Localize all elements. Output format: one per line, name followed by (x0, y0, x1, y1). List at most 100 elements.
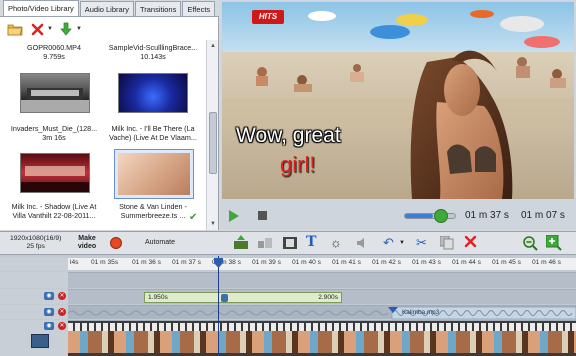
video-thumbnail[interactable] (20, 153, 90, 193)
list-item[interactable]: GOPR0060.MP4 9.759s (4, 43, 104, 61)
ruler-tick: 01 m 44 s (452, 259, 481, 266)
automate-button[interactable]: Automate (145, 239, 175, 246)
delete-clip-icon[interactable] (464, 235, 477, 250)
editing-toolbar: 1920x1080(16/9) 25 fps Make video Automa… (0, 231, 576, 255)
media-grid: GOPR0060.MP4 9.759s SampleVid-SculllingB… (0, 40, 206, 230)
cut-icon[interactable]: ✂ (416, 235, 427, 251)
stop-icon[interactable] (258, 211, 267, 220)
item-name: Milk Inc. - Shadow (Live At Villa Vanthi… (11, 202, 97, 220)
item-name: Invaders_Must_Die_(128... (10, 124, 98, 133)
track-header-video: ◉ ✕ (0, 320, 68, 356)
list-item[interactable]: Invaders_Must_Die_(128... 3m 16s (4, 124, 104, 142)
item-name: SampleVid-SculllingBrace... (108, 43, 198, 52)
list-item[interactable]: Milk Inc. - Shadow (Live At Villa Vanthi… (4, 202, 104, 220)
list-item[interactable]: Milk Inc. - I'll Be There (La Vache) (Li… (103, 124, 203, 142)
tab-effects[interactable]: Effects (182, 1, 216, 16)
clip-handle-icon[interactable] (221, 294, 228, 302)
undo-icon[interactable]: ↶ (383, 235, 394, 251)
speaker-icon[interactable] (356, 237, 368, 251)
filmstrip-frames (68, 331, 576, 353)
caption-line-2: girl! (280, 152, 316, 177)
brightness-icon[interactable]: ☼ (330, 235, 342, 250)
track-header-audio: ◉ ✕ (0, 305, 68, 319)
filmstrip-top (68, 323, 576, 331)
ruler-tick: 01 m 37 s (172, 259, 201, 266)
import-dropdown-icon[interactable]: ▼ (76, 26, 82, 32)
delete-dropdown-icon[interactable]: ▼ (47, 26, 53, 32)
text-clip[interactable]: 1.950s 2.900s (144, 292, 342, 303)
track-mute-icon[interactable]: ✕ (58, 292, 66, 300)
library-scrollbar[interactable]: ▲ ▼ (206, 40, 218, 230)
time-current: 01 m 37 s (465, 210, 509, 221)
ruler-tick: 01 m 41 s (332, 259, 361, 266)
video-preview[interactable]: HITS Wow, great girl! (222, 2, 574, 199)
fps-label: 25 fps (26, 243, 45, 250)
ruler-tick: l4s (70, 259, 79, 266)
resolution-label: 1920x1080(16/9) (10, 235, 62, 242)
hits-logo: HITS (258, 12, 278, 21)
playback-controls: 01 m 37 s 01 m 07 s (222, 203, 574, 229)
item-name: Milk Inc. - I'll Be There (La Vache) (Li… (109, 124, 197, 142)
video-thumbnail[interactable] (118, 73, 188, 113)
item-name: Stone & Van Linden - Summerbreeze.ts ... (119, 202, 187, 220)
ruler-tick: 01 m 39 s (252, 259, 281, 266)
selected-thumbnail[interactable] (114, 149, 194, 199)
track-header-text: ◉ ✕ (0, 289, 68, 304)
empty-track[interactable] (68, 272, 576, 288)
scroll-down-icon[interactable]: ▼ (208, 219, 218, 229)
progress-fill (405, 214, 433, 218)
checkmark-icon: ✔ (189, 212, 198, 223)
tab-audio-library[interactable]: Audio Library (79, 1, 134, 16)
text-clip-end: 2.900s (318, 294, 338, 301)
timeline-ruler[interactable]: l4s 01 m 35s 01 m 36 s 01 m 37 s 01 m 38… (68, 258, 576, 270)
library-tabs: Photo/Video Library Audio Library Transi… (0, 0, 219, 17)
video-thumbnail[interactable] (20, 73, 90, 113)
make-video-button[interactable]: Make video (76, 235, 98, 251)
caption-line-1: Wow, great (236, 124, 341, 147)
open-folder-icon[interactable] (6, 20, 24, 38)
tab-photo-video-library[interactable]: Photo/Video Library (3, 0, 79, 16)
progress-track[interactable] (404, 213, 456, 219)
zoom-out-icon[interactable] (522, 235, 538, 253)
library-toolbar: ▼ ▼ (0, 18, 219, 40)
text-icon[interactable]: T (306, 234, 316, 250)
ruler-tick: 01 m 40 s (292, 259, 321, 266)
film-icon[interactable] (283, 236, 297, 252)
track-mute-icon[interactable]: ✕ (58, 308, 66, 316)
track-visibility-icon[interactable]: ◉ (44, 308, 54, 316)
track-mute-icon[interactable]: ✕ (58, 322, 66, 330)
split-icon[interactable] (233, 235, 249, 253)
volume-knob[interactable] (434, 209, 448, 223)
project-format: 1920x1080(16/9) 25 fps (10, 235, 61, 251)
audio-track[interactable]: Kalimba.mp3 (68, 305, 576, 320)
record-icon[interactable] (110, 237, 122, 249)
delete-icon[interactable] (28, 20, 46, 38)
text-clip-start: 1.950s (148, 294, 168, 301)
track-visibility-icon[interactable]: ◉ (44, 292, 54, 300)
scroll-up-icon[interactable]: ▲ (208, 41, 218, 51)
ruler-tick: 01 m 45 s (492, 259, 521, 266)
time-total: 01 m 07 s (521, 210, 565, 221)
ruler-spacer (0, 258, 68, 270)
import-arrow-icon[interactable] (57, 20, 75, 38)
list-item[interactable]: SampleVid-SculllingBrace... 10.143s (103, 43, 203, 61)
ruler-tick: 01 m 43 s (412, 259, 441, 266)
item-name: GOPR0060.MP4 (27, 43, 81, 52)
scroll-thumb[interactable] (209, 112, 217, 174)
zoom-in-icon[interactable] (545, 234, 562, 253)
text-track[interactable]: 1.950s 2.900s (68, 289, 576, 304)
ruler-tick: 01 m 36 s (132, 259, 161, 266)
video-track-icon (31, 334, 49, 348)
list-item[interactable]: Stone & Van Linden - Summerbreeze.ts ... (103, 202, 203, 220)
copy-icon[interactable] (439, 235, 454, 252)
track-header (0, 272, 68, 288)
track-visibility-icon[interactable]: ◉ (44, 322, 54, 330)
storyboard-icon[interactable] (258, 237, 272, 251)
playhead-handle-icon[interactable] (214, 258, 223, 270)
video-track[interactable] (68, 320, 576, 356)
item-duration: 10.143s (140, 52, 166, 61)
tab-transitions[interactable]: Transitions (134, 1, 182, 16)
play-icon[interactable] (228, 209, 240, 225)
undo-dropdown-icon[interactable]: ▼ (399, 240, 405, 246)
ruler-tick: 01 m 46 s (532, 259, 561, 266)
